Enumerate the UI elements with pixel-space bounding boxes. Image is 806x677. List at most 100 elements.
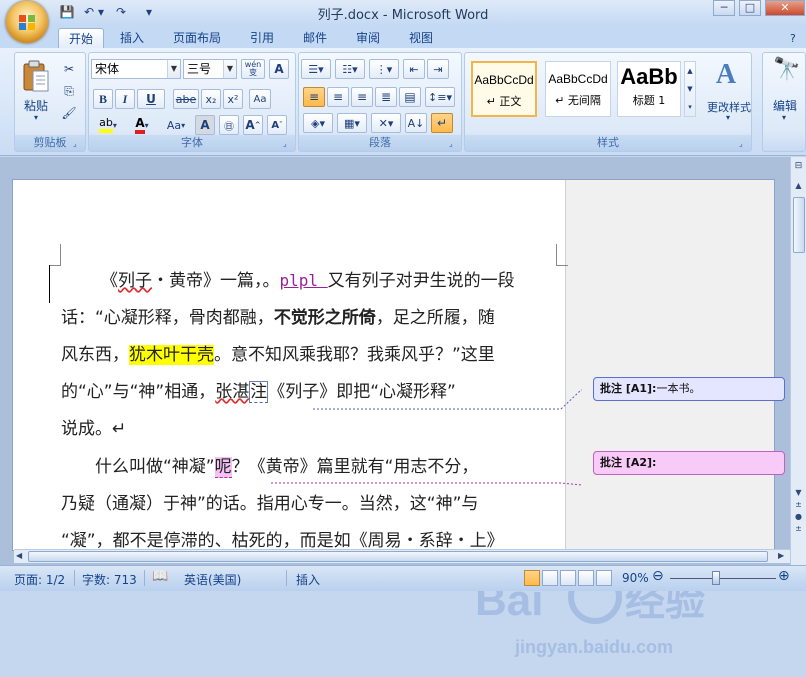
style-no-spacing-name: ↵ 无间隔 <box>555 94 601 107</box>
comment-balloon-1[interactable]: 批注 [A1]:一本书。 <box>593 377 785 401</box>
word-count[interactable]: 字数: 713 <box>82 571 137 588</box>
maximize-button[interactable]: □ <box>739 0 761 16</box>
distributed-icon[interactable]: ▤ <box>399 87 421 107</box>
minimize-button[interactable]: ─ <box>713 0 735 16</box>
increase-indent-icon[interactable]: ⇥ <box>427 59 449 79</box>
style-heading-1-sample: AaBb <box>620 64 678 89</box>
copy-icon[interactable]: ⎘ <box>59 81 79 101</box>
zoom-out-icon[interactable]: ⊖ <box>652 568 664 584</box>
comment-balloon-2[interactable]: 批注 [A2]: <box>593 451 785 475</box>
strikethrough-button[interactable]: abe <box>173 89 199 109</box>
help-icon[interactable]: ? <box>790 32 796 45</box>
justify-icon[interactable]: ≣ <box>375 87 397 107</box>
style-normal[interactable]: AaBbCcDd ↵ 正文 <box>471 61 537 117</box>
font-name-combo[interactable]: 宋体 ▼ <box>91 59 181 79</box>
horizontal-scrollbar[interactable]: ◀ ▶ <box>14 549 790 563</box>
editing-button[interactable]: 编辑 <box>765 97 805 114</box>
chevron-down-icon[interactable]: ▼ <box>223 60 236 78</box>
highlight-color-button[interactable]: ab ▾ <box>93 115 123 135</box>
paragraph-launcher-icon[interactable]: ⌟ <box>449 139 458 148</box>
enclose-characters-icon[interactable]: ㊐ <box>219 115 239 135</box>
align-left-icon[interactable]: ≡ <box>303 87 325 107</box>
paste-dropdown-icon[interactable]: ▾ <box>29 113 43 122</box>
borders-icon[interactable]: ▦▾ <box>337 113 367 133</box>
paste-button[interactable]: 粘贴 <box>19 97 53 114</box>
tab-insert[interactable]: 插入 <box>110 28 154 48</box>
styles-launcher-icon[interactable]: ⌟ <box>739 139 748 148</box>
grow-font-button[interactable]: A ^ <box>243 115 263 135</box>
full-screen-reading-view-icon[interactable] <box>542 570 558 586</box>
bullets-icon[interactable]: ☰▾ <box>301 59 331 79</box>
phonetic-guide-button[interactable]: wén 变 <box>241 59 265 79</box>
sort-icon[interactable]: A↓ <box>405 113 427 133</box>
page-count[interactable]: 页面: 1/2 <box>14 571 65 588</box>
shrink-font-button[interactable]: Aˇ <box>267 115 287 135</box>
style-heading-1[interactable]: AaBb 标题 1 <box>617 61 681 117</box>
zoom-level[interactable]: 90% <box>622 571 649 585</box>
insert-mode-indicator[interactable]: 插入 <box>296 571 320 588</box>
comment-connectors <box>271 389 583 486</box>
show-marks-icon[interactable]: ↵ <box>431 113 453 133</box>
scroll-up-icon[interactable]: ▲ <box>792 181 805 195</box>
hscroll-thumb[interactable] <box>28 551 768 562</box>
align-right-icon[interactable]: ≡ <box>351 87 373 107</box>
document-page[interactable]: 《列子・黄帝》一篇，。plpl 又有列子对尹生说的一段 话：“心凝形释，骨肉都融… <box>12 179 775 551</box>
character-shading-button[interactable]: A <box>195 115 215 135</box>
tab-home[interactable]: 开始 <box>58 28 105 48</box>
scroll-left-icon[interactable]: ◀ <box>16 551 22 560</box>
scroll-right-icon[interactable]: ▶ <box>778 551 784 560</box>
zoom-slider-track[interactable] <box>670 578 776 579</box>
zoom-slider-thumb[interactable] <box>712 571 720 585</box>
scroll-thumb[interactable] <box>793 197 805 253</box>
vertical-scrollbar[interactable]: ⊟ ▲ ▼ ± ● ± <box>790 157 806 570</box>
ruler-toggle-icon[interactable]: ⊟ <box>792 161 805 173</box>
editing-group: 🔭 编辑 ▾ <box>762 52 806 152</box>
asian-layout-icon[interactable]: ✕▾ <box>371 113 401 133</box>
font-color-button[interactable]: A ▾ <box>127 115 157 135</box>
shading-icon[interactable]: ◈▾ <box>303 113 333 133</box>
character-border-button[interactable]: A <box>269 59 289 79</box>
cut-icon[interactable]: ✂ <box>59 59 79 79</box>
bold-button[interactable]: B <box>93 89 113 109</box>
styles-scroll[interactable]: ▲ ▼ ▾ <box>684 61 696 117</box>
align-center-icon[interactable]: ≡ <box>327 87 349 107</box>
change-case-button[interactable]: Aa ▾ <box>161 115 191 135</box>
web-layout-view-icon[interactable] <box>560 570 576 586</box>
change-styles-dropdown-icon[interactable]: ▾ <box>721 113 735 122</box>
clear-formatting-button[interactable]: Aa <box>249 89 271 109</box>
style-no-spacing[interactable]: AaBbCcDd ↵ 无间隔 <box>545 61 611 117</box>
multilevel-list-icon[interactable]: ⋮▾ <box>369 59 399 79</box>
superscript-button[interactable]: x² <box>223 89 243 109</box>
close-button[interactable]: ✕ <box>765 0 805 16</box>
line-spacing-icon[interactable]: ↕≡▾ <box>425 87 455 107</box>
office-button[interactable] <box>6 1 48 43</box>
font-size-combo[interactable]: 三号 ▼ <box>183 59 237 79</box>
change-styles-icon[interactable]: A <box>705 59 747 97</box>
tab-review[interactable]: 审阅 <box>346 28 390 48</box>
tab-references[interactable]: 引用 <box>240 28 284 48</box>
editing-dropdown-icon[interactable]: ▾ <box>777 113 791 122</box>
italic-button[interactable]: I <box>115 89 135 109</box>
binoculars-icon[interactable]: 🔭 <box>773 57 800 82</box>
format-painter-icon[interactable]: 🖌 <box>59 103 79 123</box>
scroll-down-icon[interactable]: ▼ ± ● ± <box>792 487 805 535</box>
clipboard-launcher-icon[interactable]: ⌟ <box>73 139 82 148</box>
chevron-down-icon[interactable]: ▼ <box>167 60 180 78</box>
tab-page-layout[interactable]: 页面布局 <box>163 28 231 48</box>
style-no-spacing-sample: AaBbCcDd <box>548 72 608 86</box>
draft-view-icon[interactable] <box>596 570 612 586</box>
paste-icon[interactable] <box>21 59 51 95</box>
numbering-icon[interactable]: ☷▾ <box>335 59 365 79</box>
underline-button[interactable]: U <box>137 89 165 109</box>
tab-mailings[interactable]: 邮件 <box>293 28 337 48</box>
outline-view-icon[interactable] <box>578 570 594 586</box>
font-launcher-icon[interactable]: ⌟ <box>283 139 292 148</box>
decrease-indent-icon[interactable]: ⇤ <box>403 59 425 79</box>
proofing-icon[interactable]: 📖 <box>152 569 168 584</box>
tab-view[interactable]: 视图 <box>399 28 443 48</box>
shrink-font-label: A <box>271 119 280 131</box>
language-indicator[interactable]: 英语(美国) <box>184 571 241 588</box>
print-layout-view-icon[interactable] <box>524 570 540 586</box>
zoom-in-icon[interactable]: ⊕ <box>778 568 790 584</box>
subscript-button[interactable]: x₂ <box>201 89 221 109</box>
